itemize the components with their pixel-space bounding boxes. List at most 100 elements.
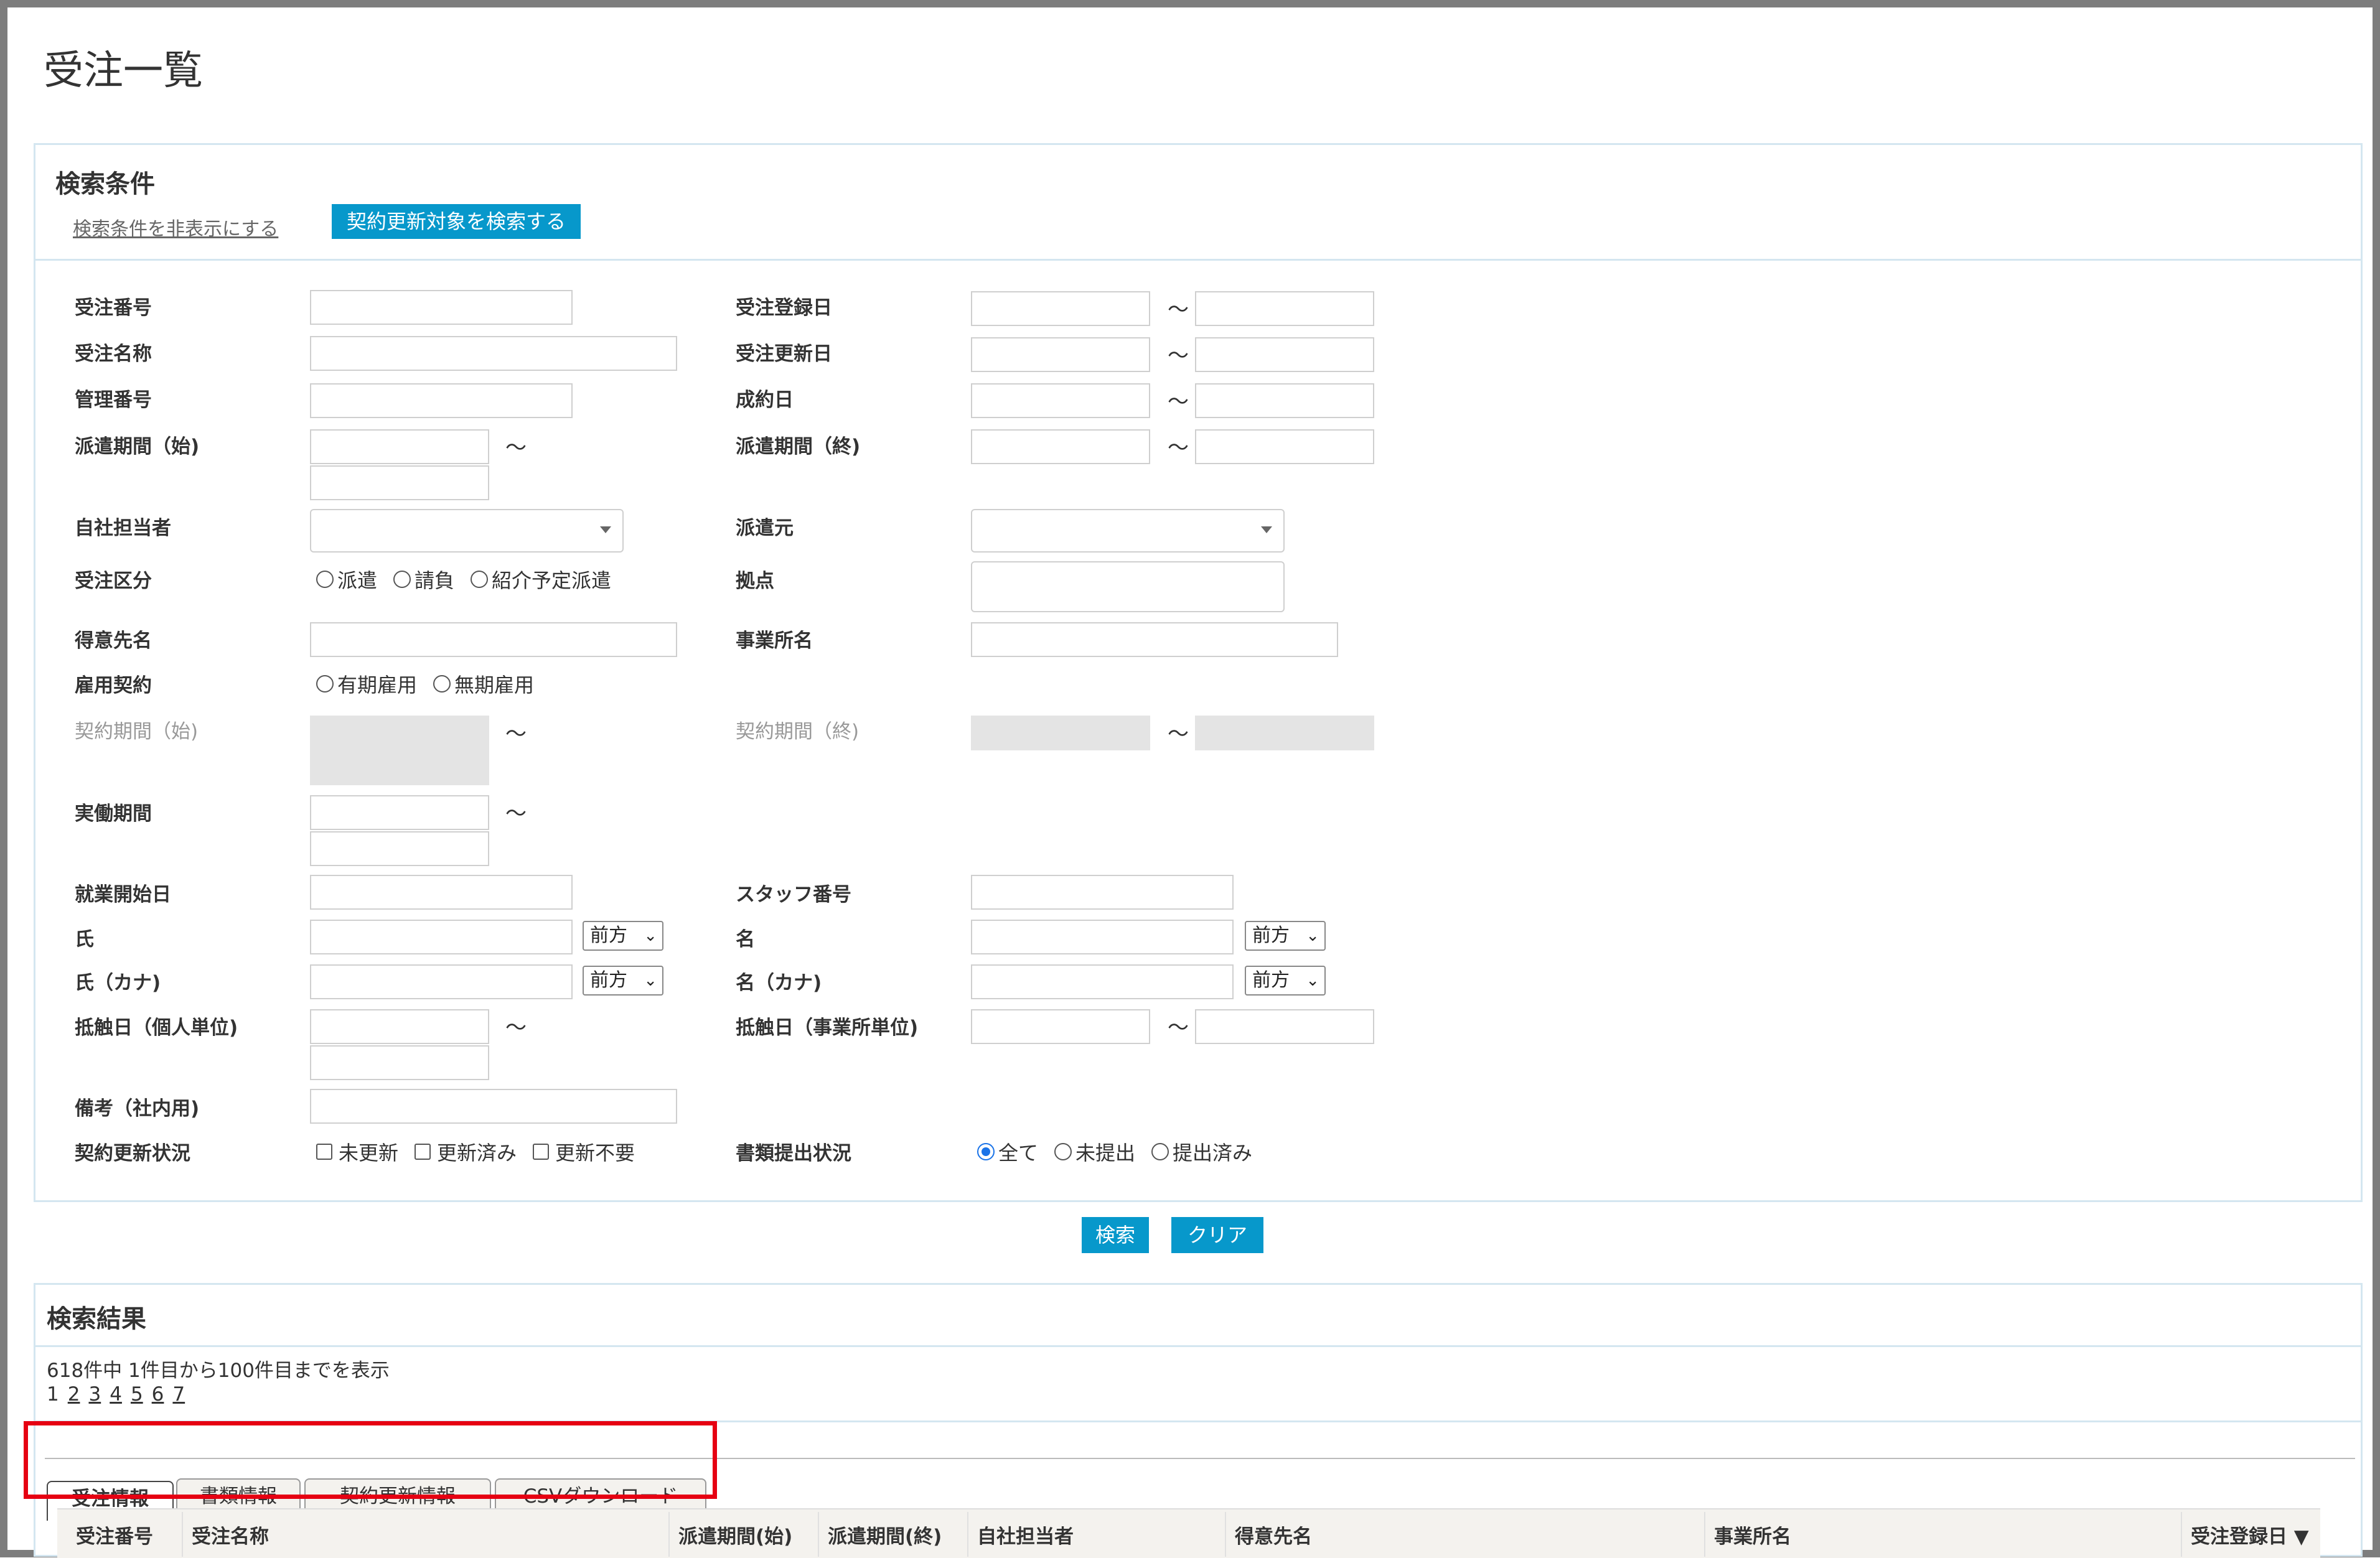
deal-date-from-input[interactable] [971,383,1150,418]
clear-button[interactable]: クリア [1171,1217,1263,1253]
checkbox[interactable] [316,1144,332,1160]
label-dispatch-end: 派遣期間（終) [736,436,861,458]
contact-office-to-input[interactable] [1195,1009,1374,1044]
range-tilde: 〜 [1168,297,1189,322]
staff-no-input[interactable] [971,875,1234,910]
radio-button[interactable] [1054,1143,1072,1160]
label-order-no: 受注番号 [75,297,152,319]
order-no-input[interactable] [310,290,573,325]
radio-button[interactable] [393,571,411,588]
chevron-down-icon [600,526,611,533]
col-dispatch-end[interactable]: 派遣期間(終) [828,1521,942,1549]
contact-office-from-input[interactable] [971,1009,1150,1044]
page-title: 受注一覧 [44,48,203,94]
radio-button[interactable] [433,675,451,693]
contact-person-to-input[interactable] [310,1045,489,1080]
page-link[interactable]: 5 [131,1383,143,1406]
checkbox[interactable] [415,1144,431,1160]
range-tilde: 〜 [505,801,527,826]
radio-button-selected[interactable] [977,1143,995,1160]
customer-input[interactable] [310,622,677,657]
renewal-status-option[interactable]: 更新不要 [533,1137,635,1166]
result-count: 618件中 1件目から100件目までを表示 [47,1360,390,1382]
actual-period-to-input[interactable] [310,831,489,866]
remarks-input[interactable] [310,1089,677,1124]
order-type-option[interactable]: 請負 [393,565,454,594]
deal-date-to-input[interactable] [1195,383,1374,418]
radio-button[interactable] [316,675,334,693]
first-name-kana-match-select[interactable]: 前方 ⌄ [1245,966,1326,996]
page-link[interactable]: 3 [88,1383,101,1406]
first-name-kana-input[interactable] [971,964,1234,999]
page-link[interactable]: 4 [110,1383,122,1406]
upd-date-to-input[interactable] [1195,337,1374,372]
col-office[interactable]: 事業所名 [1714,1521,1791,1549]
checkbox[interactable] [533,1144,550,1160]
column-divider [1704,1512,1705,1557]
order-name-input[interactable] [310,336,677,371]
employment-option[interactable]: 有期雇用 [316,669,417,698]
first-name-input[interactable] [971,920,1234,954]
col-dispatch-start[interactable]: 派遣期間(始) [678,1521,792,1549]
label-remarks: 備考（社内用) [75,1098,200,1120]
label-deal-date: 成約日 [736,389,794,411]
page-link[interactable]: 7 [172,1383,185,1406]
last-name-match-select[interactable]: 前方 ⌄ [583,921,663,951]
contract-end-to-input [1195,716,1374,750]
chevron-down-icon: ⌄ [644,926,657,945]
radio-button[interactable] [1151,1143,1169,1160]
work-start-input[interactable] [310,875,573,910]
label-upd-date: 受注更新日 [736,343,832,365]
dispatch-end-from-input[interactable] [971,429,1150,464]
base-select[interactable] [971,561,1285,612]
employment-option[interactable]: 無期雇用 [433,669,534,698]
label-employment: 雇用契約 [75,674,152,697]
dispatch-start-to-input[interactable] [310,465,489,500]
hide-conditions-link[interactable]: 検索条件を非表示にする [73,213,278,241]
label-customer: 得意先名 [75,630,152,652]
reg-date-to-input[interactable] [1195,291,1374,326]
doc-status-option[interactable]: 全て [977,1137,1038,1166]
label-contract-end: 契約期間（終) [736,721,860,743]
result-tabs: 受注情報 書類情報 契約更新情報 CSVダウンロード [35,1420,2361,1521]
column-divider [818,1512,819,1557]
dispatch-end-to-input[interactable] [1195,429,1374,464]
search-button[interactable]: 検索 [1082,1217,1149,1253]
contract-start-from-input [310,716,489,750]
search-renewal-targets-button[interactable]: 契約更新対象を検索する [332,204,581,239]
actual-period-from-input[interactable] [310,795,489,830]
col-order-name[interactable]: 受注名称 [192,1521,269,1549]
label-first-name-kana: 名（カナ) [736,972,822,994]
column-divider [668,1512,670,1557]
last-name-input[interactable] [310,920,573,954]
doc-status-option[interactable]: 未提出 [1054,1137,1135,1166]
label-dispatch-start: 派遣期間（始) [75,436,200,458]
upd-date-from-input[interactable] [971,337,1150,372]
office-input[interactable] [971,622,1338,657]
chevron-down-icon: ⌄ [1306,971,1319,990]
col-reg-date-sorted[interactable]: 受注登録日 ▼ [2191,1521,2309,1549]
last-name-kana-match-select[interactable]: 前方 ⌄ [583,966,663,996]
order-type-option[interactable]: 紹介予定派遣 [471,565,611,594]
last-name-kana-input[interactable] [310,964,573,999]
col-customer[interactable]: 得意先名 [1235,1521,1312,1549]
dispatch-source-select[interactable] [971,509,1285,553]
radio-button[interactable] [471,571,489,588]
range-tilde: 〜 [1168,436,1189,460]
label-work-start: 就業開始日 [75,884,171,906]
col-staff-in-charge[interactable]: 自社担当者 [977,1521,1074,1549]
renewal-status-option[interactable]: 更新済み [415,1137,517,1166]
dispatch-start-from-input[interactable] [310,429,489,464]
contact-person-from-input[interactable] [310,1009,489,1044]
mgmt-no-input[interactable] [310,383,573,418]
first-name-match-select[interactable]: 前方 ⌄ [1245,921,1326,951]
page-link[interactable]: 6 [152,1383,164,1406]
staff-in-charge-select[interactable] [310,509,624,553]
renewal-status-option[interactable]: 未更新 [316,1137,398,1166]
page-link[interactable]: 2 [68,1383,80,1406]
radio-button[interactable] [316,571,334,588]
col-order-no[interactable]: 受注番号 [76,1521,153,1549]
doc-status-option[interactable]: 提出済み [1151,1137,1252,1166]
reg-date-from-input[interactable] [971,291,1150,326]
order-type-option[interactable]: 派遣 [316,565,377,594]
